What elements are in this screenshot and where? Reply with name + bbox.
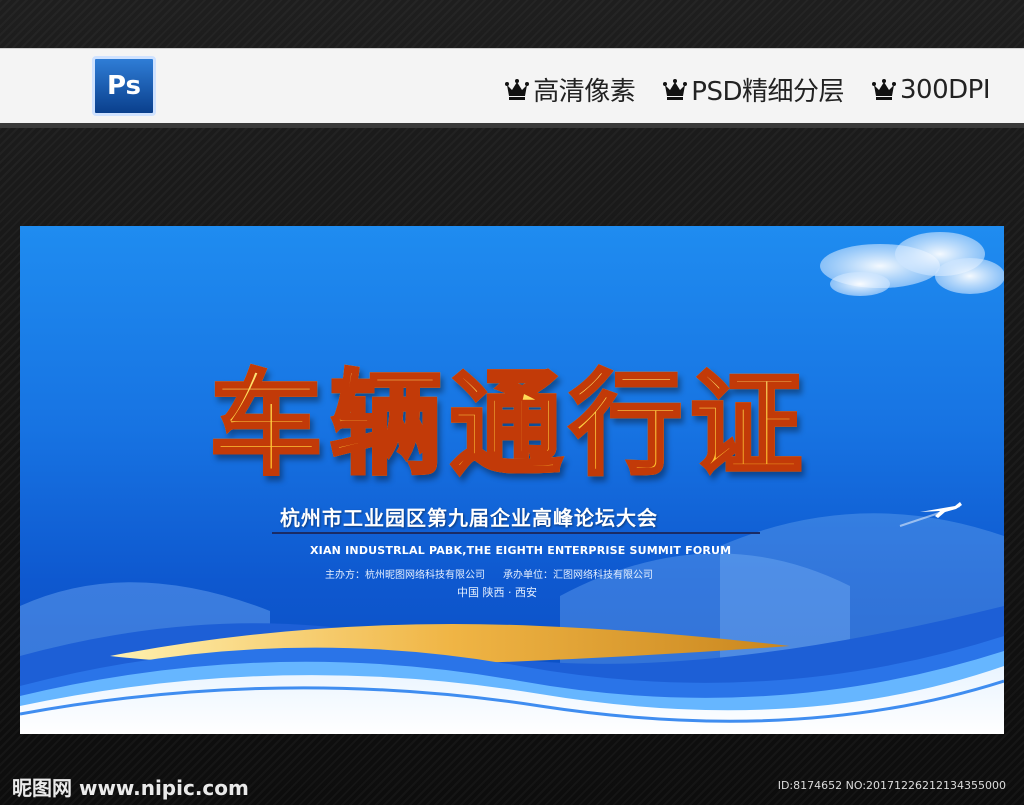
poster: 车辆通行证 杭州市工业园区第九届企业高峰论坛大会 XIAN INDUSTRLAL… [20, 226, 1004, 734]
english-subtitle: XIAN INDUSTRLAL PABK,THE EIGHTH ENTERPRI… [310, 544, 732, 557]
crown-icon [505, 78, 530, 101]
location-text: 中国 陕西 · 西安 [457, 586, 537, 599]
feature-item: 300DPI [872, 74, 991, 105]
poster-subtitle: 杭州市工业园区第九届企业高峰论坛大会 [280, 506, 658, 530]
cloud-icon [820, 232, 1004, 296]
feature-list: 高清像素 PSD精细分层 300DPI [505, 71, 991, 108]
page-background: Ps 高清像素 PSD精细分层 300DPI 车辆通行证 杭州市工业园区第九届企… [0, 0, 1024, 805]
divider [272, 532, 760, 534]
crown-icon [872, 78, 896, 101]
watermark-site: 昵图网 www.nipic.com [12, 776, 249, 800]
organizer-line: 主办方：杭州昵图网络科技有限公司 承办单位：汇图网络科技有限公司 [325, 566, 653, 581]
feature-label: 300DPI [900, 74, 991, 105]
host-text: 主办方：杭州昵图网络科技有限公司 [325, 570, 485, 581]
organizer-text: 承办单位：汇图网络科技有限公司 [503, 570, 653, 581]
airplane-icon [920, 502, 962, 518]
app-icon-text: Ps [106, 71, 142, 101]
feature-label: PSD精细分层 [691, 77, 844, 107]
header-bar: Ps 高清像素 PSD精细分层 300DPI [0, 48, 1024, 128]
poster-title: 车辆通行证 [110, 334, 910, 496]
photoshop-icon: Ps [92, 56, 156, 116]
watermark-id: ID:8174652 NO:20171226212134355000 [777, 779, 1006, 792]
feature-item: PSD精细分层 [663, 71, 844, 108]
feature-label: 高清像素 [533, 77, 636, 107]
crown-icon [663, 78, 688, 101]
feature-item: 高清像素 [505, 71, 636, 108]
